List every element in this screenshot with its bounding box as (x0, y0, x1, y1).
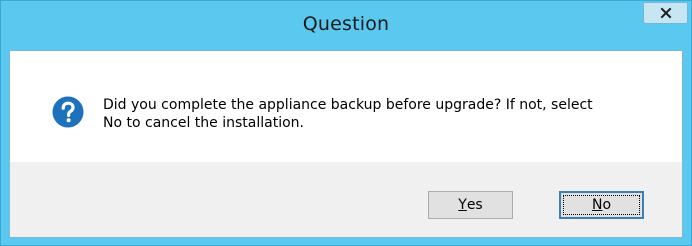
dialog-window: Question Did you complete the appliance … (0, 0, 692, 246)
message-text: Did you complete the appliance backup be… (103, 96, 663, 132)
focus-rectangle (563, 195, 640, 215)
yes-label-rest: es (466, 197, 483, 213)
message-line-2: No to cancel the installation. (103, 115, 304, 131)
question-icon (52, 96, 84, 128)
close-button[interactable] (643, 2, 688, 24)
no-button[interactable]: No (559, 191, 644, 219)
message-area: Did you complete the appliance backup be… (10, 51, 682, 162)
yes-mnemonic: Y (458, 197, 467, 213)
button-bar: Yes No (10, 162, 682, 237)
yes-button[interactable]: Yes (428, 191, 513, 219)
title-bar[interactable]: Question (1, 1, 691, 50)
dialog-body: Did you complete the appliance backup be… (9, 50, 683, 238)
close-icon (660, 7, 671, 19)
message-line-1: Did you complete the appliance backup be… (103, 97, 593, 113)
window-title: Question (302, 13, 390, 35)
